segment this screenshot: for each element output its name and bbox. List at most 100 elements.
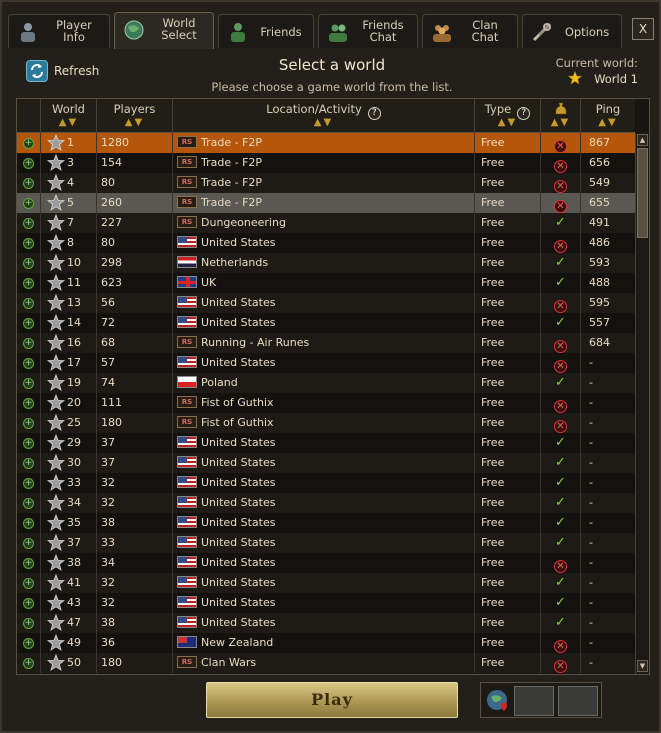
sort-arrows-icon[interactable]: ▲▼ — [173, 117, 474, 128]
column-header-ping[interactable]: Ping ▲▼ — [581, 99, 635, 133]
world-row[interactable]: +17 57 United States Free ✕ - — [17, 353, 635, 373]
add-icon[interactable]: + — [23, 378, 34, 389]
favorite-star-icon[interactable] — [47, 434, 65, 452]
scrollbar[interactable]: ▲ ▼ — [635, 133, 649, 674]
add-icon[interactable]: + — [23, 278, 34, 289]
favorite-star-icon[interactable] — [47, 454, 65, 472]
favorite-star-icon[interactable] — [47, 594, 65, 612]
favorite-star-icon[interactable] — [47, 534, 65, 552]
add-icon[interactable]: + — [23, 418, 34, 429]
column-header-members[interactable]: ▲▼ — [541, 99, 581, 133]
sort-arrows-icon[interactable]: ▲▼ — [541, 117, 580, 128]
play-button[interactable]: Play — [206, 682, 458, 718]
world-row[interactable]: +10 298 Netherlands Free ✓ 593 — [17, 253, 635, 273]
world-row[interactable]: +35 38 United States Free ✓ - — [17, 513, 635, 533]
world-row[interactable]: +29 37 United States Free ✓ - — [17, 433, 635, 453]
column-header-world[interactable]: World ▲▼ — [41, 99, 97, 133]
add-icon[interactable]: + — [23, 238, 34, 249]
tab-player-info[interactable]: Player Info — [8, 14, 110, 48]
world-row[interactable]: +13 56 United States Free ✕ 595 — [17, 293, 635, 313]
favorite-star-icon[interactable] — [47, 334, 65, 352]
favorite-star-icon[interactable] — [47, 654, 65, 672]
world-row[interactable]: +25 180 RS Fist of Guthix Free ✕ - — [17, 413, 635, 433]
column-header-location[interactable]: Location/Activity? ▲▼ — [173, 99, 475, 133]
add-icon[interactable]: + — [23, 638, 34, 649]
favorite-star-icon[interactable] — [47, 414, 65, 432]
world-row[interactable]: +49 36 New Zealand Free ✕ - — [17, 633, 635, 653]
favorite-star-icon[interactable] — [47, 314, 65, 332]
world-row[interactable]: +34 32 United States Free ✓ - — [17, 493, 635, 513]
favorite-star-icon[interactable] — [47, 634, 65, 652]
column-header-type[interactable]: Type? ▲▼ — [475, 99, 541, 133]
favorite-star-icon[interactable] — [47, 154, 65, 172]
tab-clan-chat[interactable]: Clan Chat — [422, 14, 518, 48]
tab-world-select[interactable]: World Select — [114, 12, 214, 49]
world-row[interactable]: +1 1280 RS Trade - F2P Free ✕ 867 — [17, 133, 635, 153]
scroll-thumb[interactable] — [637, 148, 648, 238]
add-icon[interactable]: + — [23, 538, 34, 549]
sort-arrows-icon[interactable]: ▲▼ — [475, 117, 540, 128]
add-icon[interactable]: + — [23, 438, 34, 449]
world-row[interactable]: +7 227 RS Dungeoneering Free ✓ 491 — [17, 213, 635, 233]
add-icon[interactable]: + — [23, 158, 34, 169]
world-row[interactable]: +16 68 RS Running - Air Runes Free ✕ 684 — [17, 333, 635, 353]
globe-heart-icon[interactable] — [485, 688, 511, 714]
tab-friends[interactable]: Friends — [218, 14, 314, 48]
favorite-star-icon[interactable] — [47, 174, 65, 192]
add-icon[interactable]: + — [23, 358, 34, 369]
column-header-players[interactable]: Players ▲▼ — [97, 99, 173, 133]
add-icon[interactable]: + — [23, 218, 34, 229]
world-row[interactable]: +30 37 United States Free ✓ - — [17, 453, 635, 473]
quick-slot-2[interactable] — [558, 686, 598, 716]
favorite-star-icon[interactable] — [47, 574, 65, 592]
world-row[interactable]: +20 111 RS Fist of Guthix Free ✕ - — [17, 393, 635, 413]
add-icon[interactable]: + — [23, 138, 34, 149]
add-icon[interactable]: + — [23, 598, 34, 609]
favorite-star-icon[interactable] — [47, 134, 65, 152]
close-button[interactable]: X — [632, 18, 654, 40]
favorite-star-icon[interactable] — [47, 374, 65, 392]
favorite-star-icon[interactable] — [47, 514, 65, 532]
add-icon[interactable]: + — [23, 198, 34, 209]
favorite-star-icon[interactable] — [47, 234, 65, 252]
world-row[interactable]: +19 74 Poland Free ✓ - — [17, 373, 635, 393]
add-icon[interactable]: + — [23, 658, 34, 669]
world-row[interactable]: +41 32 United States Free ✓ - — [17, 573, 635, 593]
world-row[interactable]: +14 72 United States Free ✓ 557 — [17, 313, 635, 333]
add-icon[interactable]: + — [23, 478, 34, 489]
favorite-star-icon[interactable] — [47, 274, 65, 292]
favorite-star-icon[interactable] — [47, 614, 65, 632]
world-row[interactable]: +43 32 United States Free ✓ - — [17, 593, 635, 613]
tab-friends-chat[interactable]: Friends Chat — [318, 14, 418, 48]
favorite-star-icon[interactable] — [47, 494, 65, 512]
sort-arrows-icon[interactable]: ▲▼ — [97, 117, 172, 128]
world-row[interactable]: +4 80 RS Trade - F2P Free ✕ 549 — [17, 173, 635, 193]
world-row[interactable]: +11 623 UK Free ✓ 488 — [17, 273, 635, 293]
sort-arrows-icon[interactable]: ▲▼ — [581, 117, 635, 128]
quick-slot-1[interactable] — [514, 686, 554, 716]
favorite-star-icon[interactable] — [47, 214, 65, 232]
scroll-down-arrow-icon[interactable]: ▼ — [637, 660, 648, 672]
add-icon[interactable]: + — [23, 618, 34, 629]
add-icon[interactable]: + — [23, 578, 34, 589]
add-icon[interactable]: + — [23, 558, 34, 569]
world-row[interactable]: +50 180 RS Clan Wars Free ✕ - — [17, 653, 635, 673]
add-icon[interactable]: + — [23, 398, 34, 409]
world-row[interactable]: +37 33 United States Free ✓ - — [17, 533, 635, 553]
world-row[interactable]: +38 34 United States Free ✕ - — [17, 553, 635, 573]
world-row[interactable]: +3 154 RS Trade - F2P Free ✕ 656 — [17, 153, 635, 173]
world-row[interactable]: +47 38 United States Free ✓ - — [17, 613, 635, 633]
add-icon[interactable]: + — [23, 258, 34, 269]
scroll-up-arrow-icon[interactable]: ▲ — [637, 134, 648, 146]
add-icon[interactable]: + — [23, 518, 34, 529]
world-row[interactable]: +33 32 United States Free ✓ - — [17, 473, 635, 493]
tab-options[interactable]: Options — [522, 14, 622, 48]
sort-arrows-icon[interactable]: ▲▼ — [41, 117, 96, 128]
favorite-star-icon[interactable] — [47, 294, 65, 312]
add-icon[interactable]: + — [23, 298, 34, 309]
add-icon[interactable]: + — [23, 178, 34, 189]
add-icon[interactable]: + — [23, 498, 34, 509]
favorite-star-icon[interactable] — [47, 554, 65, 572]
favorite-star-icon[interactable] — [47, 254, 65, 272]
favorite-star-icon[interactable] — [47, 194, 65, 212]
